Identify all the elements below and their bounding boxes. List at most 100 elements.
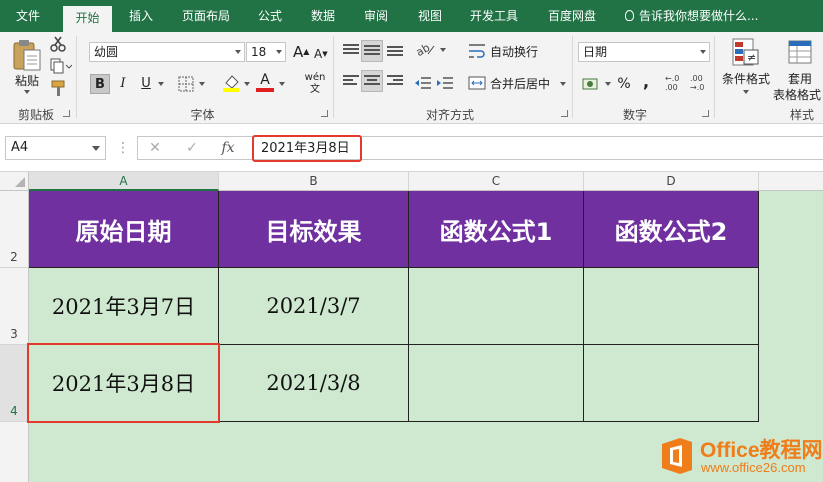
phonetic-guide-button[interactable]: wén 文 xyxy=(299,72,331,95)
align-center-button[interactable] xyxy=(361,70,383,92)
format-as-table-button[interactable]: 套用 表格格式 xyxy=(772,36,823,102)
bold-button[interactable]: B xyxy=(90,74,110,94)
name-box[interactable]: A4 xyxy=(5,136,106,160)
decrease-font-size-button[interactable]: A▼ xyxy=(314,44,330,64)
table-header-cell[interactable]: 原始日期 xyxy=(29,191,219,268)
cut-icon[interactable] xyxy=(50,36,66,52)
row-header-3[interactable]: 3 xyxy=(0,268,29,345)
more-dots-icon: ⋮ xyxy=(116,140,130,156)
decrease-indent-icon[interactable] xyxy=(414,76,432,90)
column-header-b[interactable]: B xyxy=(219,172,409,191)
borders-icon[interactable] xyxy=(178,76,194,92)
tab-insert[interactable]: 插入 xyxy=(120,0,162,32)
row-header-4[interactable]: 4 xyxy=(0,345,29,422)
tab-file[interactable]: 文件 xyxy=(8,0,48,32)
underline-dropdown-icon[interactable] xyxy=(158,82,164,86)
font-color-button[interactable]: A xyxy=(256,72,274,94)
merge-center-icon xyxy=(468,76,486,90)
accounting-dropdown-icon[interactable] xyxy=(605,82,611,86)
fill-color-icon[interactable] xyxy=(222,73,240,93)
lightbulb-icon xyxy=(625,10,634,21)
table-cell[interactable] xyxy=(409,345,584,422)
table-cell[interactable] xyxy=(584,268,759,345)
italic-button[interactable]: I xyxy=(113,74,133,94)
formula-value-highlight[interactable]: 2021年3月8日 xyxy=(252,135,362,162)
conditional-formatting-icon: ≠ xyxy=(732,38,759,66)
group-divider xyxy=(333,36,334,118)
row-header-5[interactable] xyxy=(0,422,29,482)
align-left-icon[interactable] xyxy=(343,75,359,89)
comma-button[interactable]: , xyxy=(640,72,652,92)
increase-decimal-button[interactable]: ←.0.00 xyxy=(665,74,685,94)
align-bottom-icon[interactable] xyxy=(387,46,403,60)
wrap-text-icon xyxy=(469,44,485,58)
enter-icon[interactable]: ✓ xyxy=(182,136,202,160)
merge-center-button[interactable]: 合并后居中 xyxy=(468,72,568,94)
svg-text:ab: ab xyxy=(414,41,432,58)
table-cell[interactable]: 2021年3月7日 xyxy=(29,268,219,345)
number-format-select[interactable]: 日期 xyxy=(578,42,710,62)
cancel-icon[interactable]: ✕ xyxy=(145,136,165,160)
align-right-icon[interactable] xyxy=(387,75,403,89)
tab-view[interactable]: 视图 xyxy=(410,0,450,32)
table-header-cell[interactable]: 函数公式1 xyxy=(409,191,584,268)
insert-function-icon[interactable]: fx xyxy=(218,136,238,160)
format-painter-icon[interactable] xyxy=(50,80,68,98)
chevron-down-icon xyxy=(235,50,241,54)
column-header-e[interactable] xyxy=(759,172,823,191)
underline-button[interactable]: U xyxy=(136,74,156,94)
table-cell[interactable] xyxy=(409,268,584,345)
tab-review[interactable]: 审阅 xyxy=(356,0,396,32)
table-header-cell[interactable]: 函数公式2 xyxy=(584,191,759,268)
increase-indent-icon[interactable] xyxy=(436,76,454,90)
orientation-dropdown-icon[interactable] xyxy=(440,48,446,52)
column-header-d[interactable]: D xyxy=(584,172,759,191)
font-color-dropdown-icon[interactable] xyxy=(279,82,285,86)
conditional-formatting-button[interactable]: ≠ 条件格式 xyxy=(718,36,774,102)
table-cell[interactable]: 2021/3/7 xyxy=(219,268,409,345)
copy-icon[interactable] xyxy=(50,58,72,74)
tab-page-layout[interactable]: 页面布局 xyxy=(176,0,236,32)
increase-font-size-button[interactable]: A▲ xyxy=(293,42,309,62)
fill-color-dropdown-icon[interactable] xyxy=(244,82,250,86)
group-divider xyxy=(572,36,573,118)
column-header-c[interactable]: C xyxy=(409,172,584,191)
row-header-2[interactable]: 2 xyxy=(0,191,29,268)
tell-me-box[interactable]: 告诉我你想要做什么... xyxy=(625,0,758,32)
accounting-format-icon[interactable] xyxy=(582,76,602,92)
table-cell[interactable] xyxy=(584,345,759,422)
tell-me-text: 告诉我你想要做什么... xyxy=(639,9,759,23)
number-dialog-launcher[interactable] xyxy=(702,110,709,117)
align-middle-button[interactable] xyxy=(361,40,383,62)
borders-dropdown-icon[interactable] xyxy=(199,82,205,86)
percent-button[interactable]: % xyxy=(616,74,632,94)
font-dialog-launcher[interactable] xyxy=(321,110,328,117)
align-top-icon[interactable] xyxy=(343,44,359,58)
alignment-dialog-launcher[interactable] xyxy=(561,110,568,117)
merge-dropdown-icon xyxy=(560,82,566,86)
row-number: 3 xyxy=(10,327,18,341)
font-name-select[interactable]: 幼圆 xyxy=(89,42,245,62)
tab-baidu-netdisk[interactable]: 百度网盘 xyxy=(540,0,604,32)
clipboard-dialog-launcher[interactable] xyxy=(63,110,70,117)
tab-home[interactable]: 开始 xyxy=(63,6,112,32)
decrease-decimal-button[interactable]: .00 →.0 xyxy=(690,74,710,94)
alignment-group-label: 对齐方式 xyxy=(425,108,474,122)
select-all-button[interactable] xyxy=(0,172,29,191)
tab-developer[interactable]: 开发工具 xyxy=(462,0,526,32)
paste-label: 粘贴 xyxy=(14,74,39,88)
sheet-fill xyxy=(29,422,759,482)
font-size-select[interactable]: 18 xyxy=(246,42,286,62)
tab-formulas[interactable]: 公式 xyxy=(250,0,290,32)
tab-data[interactable]: 数据 xyxy=(303,0,343,32)
styles-group-label: 样式 xyxy=(790,108,815,122)
table-cell[interactable]: 2021/3/8 xyxy=(219,345,409,422)
column-header-a[interactable]: A xyxy=(29,172,219,191)
wrap-text-button[interactable]: 自动换行 xyxy=(468,40,568,62)
table-header-cell[interactable]: 目标效果 xyxy=(219,191,409,268)
orientation-icon[interactable]: ab xyxy=(414,40,436,58)
selected-cell-highlight xyxy=(27,343,220,423)
align-middle-icon xyxy=(364,45,380,59)
paste-button[interactable]: 粘贴 xyxy=(8,36,46,98)
font-name-value: 幼圆 xyxy=(94,45,119,59)
